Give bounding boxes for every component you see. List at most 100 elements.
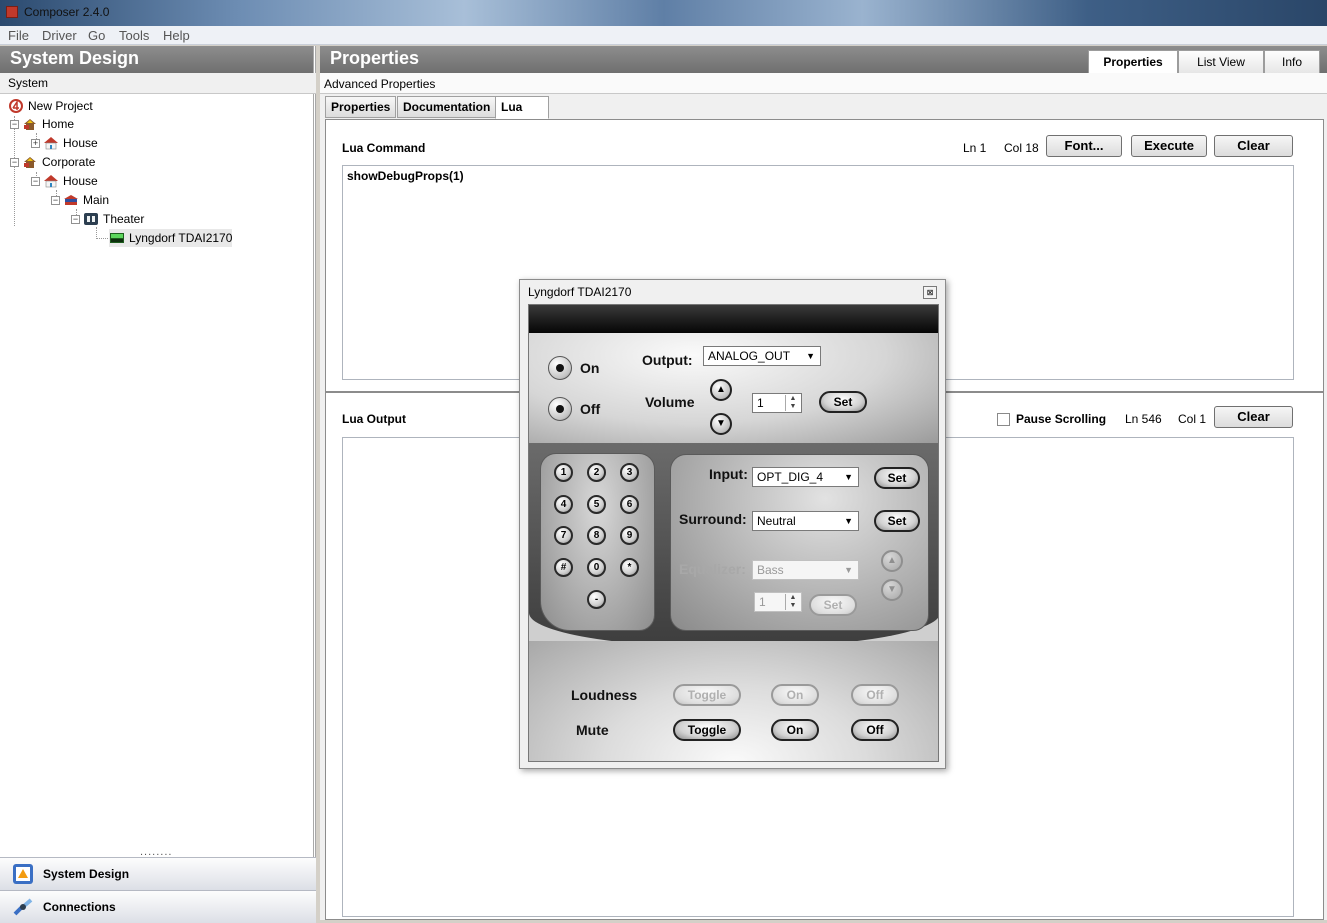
system-subheader: System <box>0 73 316 94</box>
dropdown-arrow-icon: ▼ <box>844 472 853 482</box>
equalizer-up-arrow-icon[interactable]: ▲ <box>881 550 903 572</box>
execute-button[interactable]: Execute <box>1131 135 1207 157</box>
tree-item-lyngdorf[interactable]: Lyngdorf TDAI2170 <box>109 229 233 247</box>
keypad-key-7[interactable]: 7 <box>554 526 573 545</box>
surround-select[interactable]: Neutral ▼ <box>752 511 859 531</box>
expand-icon[interactable]: + <box>31 138 40 148</box>
spinner-arrows-icon[interactable]: ▲ ▼ <box>785 594 800 610</box>
collapse-icon[interactable]: − <box>71 214 80 224</box>
nav-connections-button[interactable]: Connections <box>0 890 316 923</box>
tree-item-corporate[interactable]: − Corporate <box>10 153 95 171</box>
loudness-toggle-button[interactable]: Toggle <box>673 684 741 706</box>
tree-item-home[interactable]: − Home <box>10 115 74 133</box>
subtab-documentation[interactable]: Documentation <box>397 96 497 118</box>
loudness-off-button[interactable]: Off <box>851 684 899 706</box>
tab-info[interactable]: Info <box>1264 50 1320 73</box>
keypad-key-star[interactable]: * <box>620 558 639 577</box>
keypad-key-2[interactable]: 2 <box>587 463 606 482</box>
spinner-arrows-icon[interactable]: ▲ ▼ <box>785 395 800 411</box>
mute-toggle-button[interactable]: Toggle <box>673 719 741 741</box>
volume-up-arrow-icon[interactable]: ▲ <box>710 379 732 401</box>
system-design-header: System Design <box>0 46 313 73</box>
close-icon[interactable]: ⊠ <box>923 286 937 299</box>
menu-file[interactable]: File <box>8 28 29 43</box>
equalizer-spinner[interactable]: 1 ▲ ▼ <box>754 592 802 612</box>
keypad-key-6[interactable]: 6 <box>620 495 639 514</box>
equalizer-value: Bass <box>757 563 784 577</box>
font-button[interactable]: Font... <box>1046 135 1122 157</box>
tree-label: Lyngdorf TDAI2170 <box>129 231 233 245</box>
menubar: File Driver Go Tools Help <box>0 26 1327 45</box>
output-value: ANALOG_OUT <box>708 349 791 363</box>
input-set-button[interactable]: Set <box>874 467 920 489</box>
menu-driver[interactable]: Driver <box>42 28 77 43</box>
system-design-panel: System Design System New Project − Home … <box>0 46 316 923</box>
equalizer-select[interactable]: Bass ▼ <box>752 560 859 580</box>
output-clear-button[interactable]: Clear <box>1214 406 1293 428</box>
loudness-on-button[interactable]: On <box>771 684 819 706</box>
dialog-title: Lyngdorf TDAI2170 <box>528 285 632 299</box>
tree-item-new-project[interactable]: New Project <box>8 97 93 115</box>
floor-icon <box>64 195 78 205</box>
tab-properties[interactable]: Properties <box>1088 50 1178 73</box>
keypad-key-5[interactable]: 5 <box>587 495 606 514</box>
input-select[interactable]: OPT_DIG_4 ▼ <box>752 467 859 487</box>
input-label: Input: <box>709 466 748 482</box>
menu-go[interactable]: Go <box>88 28 105 43</box>
menu-tools[interactable]: Tools <box>119 28 149 43</box>
dropdown-arrow-icon: ▼ <box>806 351 815 361</box>
loudness-label: Loudness <box>571 687 638 703</box>
surround-set-button[interactable]: Set <box>874 510 920 532</box>
keypad-key-hash[interactable]: # <box>554 558 573 577</box>
volume-set-button[interactable]: Set <box>819 391 867 413</box>
keypad-key-4[interactable]: 4 <box>554 495 573 514</box>
collapse-icon[interactable]: − <box>51 195 60 205</box>
power-on-label: On <box>580 360 600 376</box>
power-on-radio[interactable] <box>548 356 572 380</box>
command-clear-button[interactable]: Clear <box>1214 135 1293 157</box>
radio-dot <box>556 405 564 413</box>
tab-list-view[interactable]: List View <box>1178 50 1264 73</box>
subtab-lua[interactable]: Lua <box>495 96 549 119</box>
volume-spinner[interactable]: 1 ▲ ▼ <box>752 393 802 413</box>
tree-item-main[interactable]: − Main <box>51 191 109 209</box>
collapse-icon[interactable]: − <box>31 176 40 186</box>
volume-down-arrow-icon[interactable]: ▼ <box>710 413 732 435</box>
mute-off-button[interactable]: Off <box>851 719 899 741</box>
equalizer-set-button[interactable]: Set <box>809 594 857 616</box>
keypad-key-3[interactable]: 3 <box>620 463 639 482</box>
collapse-icon[interactable]: − <box>10 119 19 129</box>
menu-help[interactable]: Help <box>163 28 190 43</box>
output-column-indicator: Col 1 <box>1178 412 1207 426</box>
subtab-properties[interactable]: Properties <box>325 96 397 118</box>
system-design-icon <box>13 864 33 884</box>
equalizer-down-arrow-icon[interactable]: ▼ <box>881 579 903 601</box>
pause-scrolling-label: Pause Scrolling <box>1016 412 1107 426</box>
keypad-key-8[interactable]: 8 <box>587 526 606 545</box>
output-select[interactable]: ANALOG_OUT ▼ <box>703 346 821 366</box>
advanced-properties-label: Advanced Properties <box>320 73 1327 94</box>
lua-command-title: Lua Command <box>342 141 426 155</box>
surround-label: Surround: <box>679 511 747 527</box>
pause-scrolling-checkbox[interactable] <box>997 413 1010 426</box>
keypad-key-1[interactable]: 1 <box>554 463 573 482</box>
corporate-site-icon <box>24 157 36 168</box>
output-line-indicator: Ln 546 <box>1125 412 1162 426</box>
output-label: Output: <box>642 352 693 368</box>
nav-system-design-button[interactable]: System Design <box>0 857 316 890</box>
nav-label: System Design <box>43 867 130 881</box>
tree-label: Home <box>42 117 75 131</box>
tree-label: Corporate <box>42 155 96 169</box>
keypad-key-0[interactable]: 0 <box>587 558 606 577</box>
power-off-radio[interactable] <box>548 397 572 421</box>
driver-dialog: Lyngdorf TDAI2170 ⊠ On Off Output: ANALO… <box>519 279 946 769</box>
device-top-bar <box>529 305 938 333</box>
keypad-key-9[interactable]: 9 <box>620 526 639 545</box>
tree-item-house-1[interactable]: + House <box>31 134 98 152</box>
mute-on-button[interactable]: On <box>771 719 819 741</box>
tree-item-house-2[interactable]: − House <box>31 172 98 190</box>
tree-item-theater[interactable]: − Theater <box>71 210 144 228</box>
keypad-key-dash[interactable]: - <box>587 590 606 609</box>
collapse-icon[interactable]: − <box>10 157 19 167</box>
dropdown-arrow-icon: ▼ <box>844 565 853 575</box>
